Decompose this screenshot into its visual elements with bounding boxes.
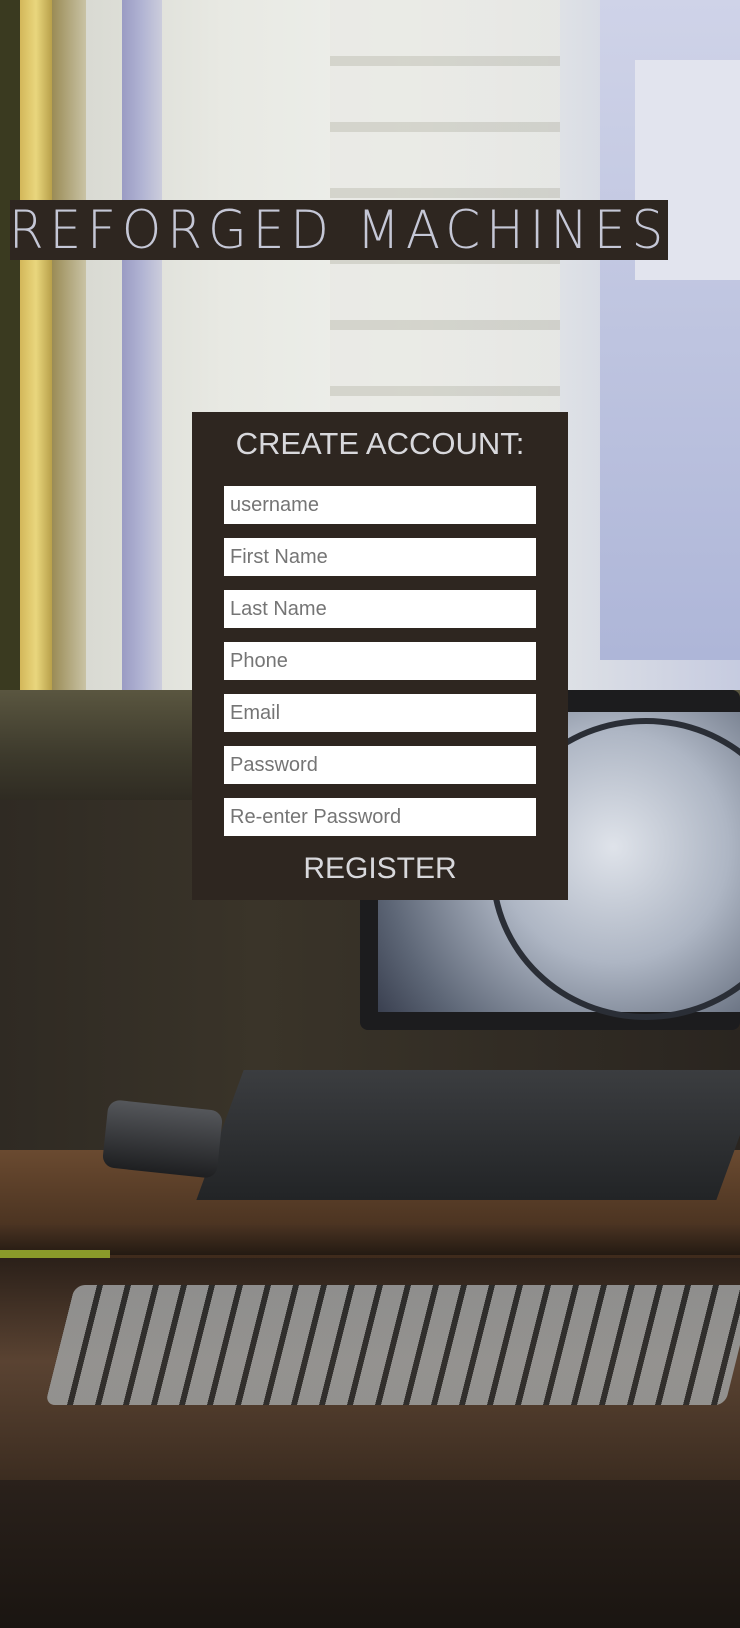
last-name-field[interactable] (224, 590, 536, 628)
logo-text: REFORGED MACHINES (10, 200, 668, 260)
email-field[interactable] (224, 694, 536, 732)
password-field[interactable] (224, 746, 536, 784)
create-account-form: CREATE ACCOUNT: REGISTER (192, 412, 568, 900)
confirm-password-field[interactable] (224, 798, 536, 836)
first-name-field[interactable] (224, 538, 536, 576)
username-field[interactable] (224, 486, 536, 524)
register-button[interactable]: REGISTER (192, 852, 568, 886)
phone-field[interactable] (224, 642, 536, 680)
site-logo: REFORGED MACHINES (10, 200, 668, 260)
form-title: CREATE ACCOUNT: (235, 426, 525, 461)
